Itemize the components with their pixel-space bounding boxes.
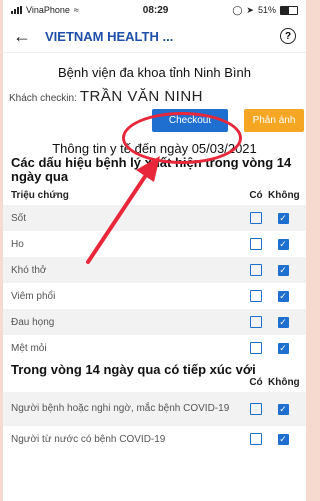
yes-col-label: Có [249,190,263,201]
no-checkbox-checked[interactable]: ✓ [277,403,289,415]
symptom-row: Ho ✓ [3,231,306,257]
guest-name: TRẦN VĂN NINH [79,88,204,105]
question-circle-icon[interactable]: ? [280,28,296,44]
symptom-row: Viêm phổi ✓ [3,283,306,309]
signal-icon [11,6,22,14]
contact-section-title: Trong vòng 14 ngày qua có tiếp xúc với [11,362,256,377]
report-button[interactable]: Phản ánh [244,109,304,132]
yes-col-label: Có [249,377,263,388]
alarm-icon: ◯ [232,4,243,15]
arrow-left-icon[interactable]: ← [13,26,31,47]
symptom-row: Mệt mỏi ✓ [3,335,306,361]
symptom-label: Đau họng [11,316,55,328]
phone-screen: VinaPhone ≈ 08:29 ◯ ➤ 51% ← VIETNAM HEAL… [3,0,306,501]
yes-checkbox[interactable] [250,212,262,224]
symptom-label: Viêm phổi [11,290,56,302]
battery-icon [279,5,298,15]
battery-percent: 51% [257,5,276,15]
symptom-label: Mệt mỏi [11,342,47,354]
contact-label: Người bệnh hoặc nghi ngờ, mắc bệnh COVID… [11,403,230,414]
highlight-circle [122,112,242,164]
no-checkbox-checked[interactable]: ✓ [277,212,289,224]
symptom-row: Khó thở ✓ [3,257,306,283]
status-bar: VinaPhone ≈ 08:29 ◯ ➤ 51% [3,0,306,20]
yes-checkbox[interactable] [250,433,262,445]
hospital-name: Bệnh viện đa khoa tỉnh Ninh Bình [58,65,251,80]
no-checkbox-checked[interactable]: ✓ [277,290,289,302]
no-checkbox-checked[interactable]: ✓ [277,238,289,250]
contact-label: Người từ nước có bệnh COVID-19 [11,433,166,445]
guest-label: Khách checkin: [9,93,77,104]
contact-row: Người bệnh hoặc nghi ngờ, mắc bệnh COVID… [3,392,306,426]
app-bar: ← VIETNAM HEALTH ... ? [3,20,306,53]
contact-row: Người từ nước có bệnh COVID-19 ✓ [3,426,306,452]
symptom-label: Sốt [11,212,27,224]
yes-checkbox[interactable] [250,342,262,354]
no-checkbox-checked[interactable]: ✓ [277,264,289,276]
symptoms-col-label: Triệu chứng [11,190,69,201]
yes-checkbox[interactable] [250,264,262,276]
app-title: VIETNAM HEALTH ... [45,28,174,44]
carrier-label: VinaPhone [26,5,70,15]
no-col-label: Không [268,190,300,201]
yes-checkbox[interactable] [250,403,262,415]
symptom-label: Khó thở [11,264,47,276]
no-checkbox-checked[interactable]: ✓ [277,433,289,445]
location-icon: ➤ [246,4,254,15]
yes-checkbox[interactable] [250,316,262,328]
no-col-label: Không [268,377,300,388]
yes-checkbox[interactable] [250,238,262,250]
symptoms-table-header: Triệu chứng Có Không [3,184,306,205]
yes-checkbox[interactable] [250,290,262,302]
clock: 08:29 [142,4,169,16]
symptom-row: Sốt ✓ [3,205,306,231]
symptom-row: Đau họng ✓ [3,309,306,335]
symptom-label: Ho [11,238,24,250]
guest-checkin: Khách checkin: TRẦN VĂN NINH [9,88,306,105]
no-checkbox-checked[interactable]: ✓ [277,316,289,328]
no-checkbox-checked[interactable]: ✓ [277,342,289,354]
wifi-icon: ≈ [73,5,79,15]
contact-table-header: Có Không [3,377,306,392]
